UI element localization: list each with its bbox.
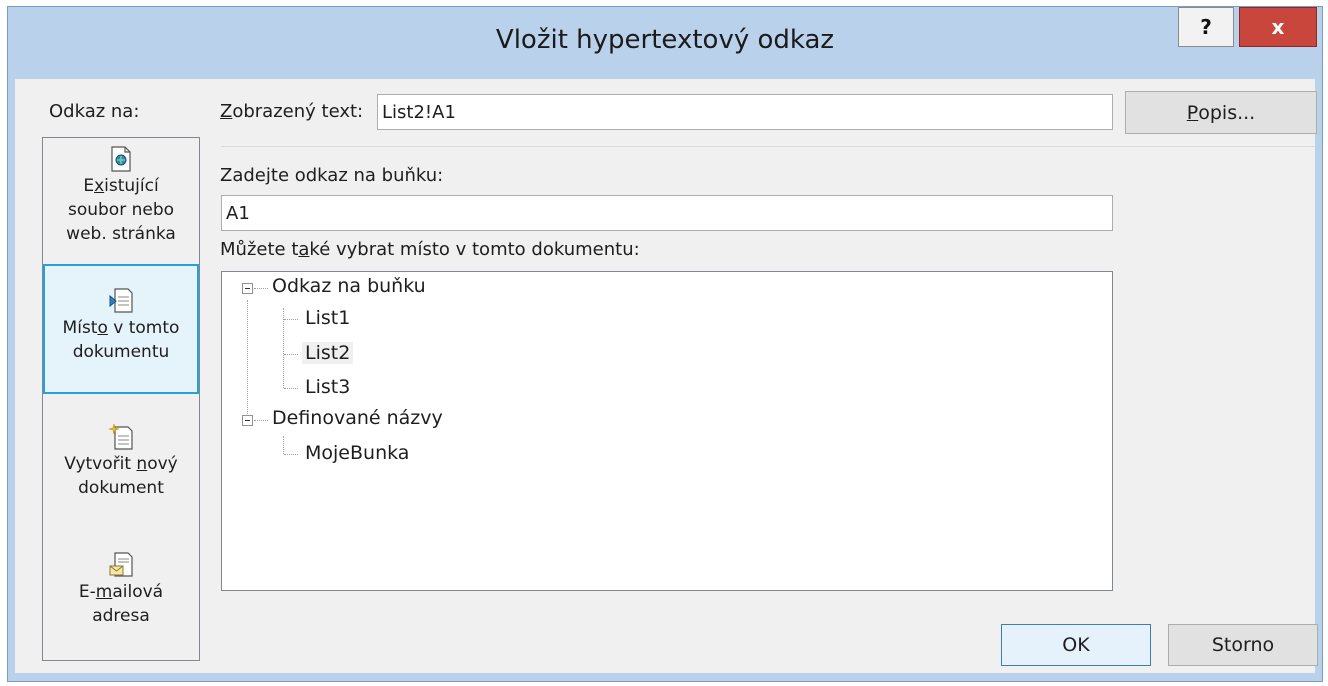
tree-node-sheet[interactable]: List1 bbox=[302, 307, 353, 329]
screentip-button-accel: P bbox=[1186, 101, 1199, 124]
tree-line bbox=[254, 288, 268, 289]
sidebar-item-label: m bbox=[95, 582, 113, 602]
sidebar-item-label: dokument bbox=[78, 478, 164, 498]
sidebar-item-label: web. stránka bbox=[66, 224, 176, 244]
sidebar-item-existing-file[interactable]: Existující soubor nebo web. stránka bbox=[43, 140, 199, 264]
email-address-icon bbox=[109, 552, 133, 577]
display-text-label-text: obrazený text: bbox=[232, 101, 364, 122]
tree-node-sheet[interactable]: List3 bbox=[302, 376, 353, 398]
collapse-icon[interactable] bbox=[242, 415, 253, 426]
screentip-button-label: opis... bbox=[1198, 101, 1256, 124]
place-list-label: Můžete také vybrat místo v tomto dokumen… bbox=[220, 239, 640, 260]
tree-node-group[interactable]: Definované názvy bbox=[272, 407, 443, 429]
sidebar-item-label: x bbox=[94, 176, 105, 196]
sidebar-item-label: Vytvořit bbox=[64, 454, 137, 474]
display-text-input[interactable]: List2!A1 bbox=[377, 94, 1113, 130]
tree-line bbox=[283, 436, 284, 454]
display-text-label-accel: Z bbox=[220, 101, 233, 122]
tree-line bbox=[284, 454, 298, 455]
tree-node-sheet-selected[interactable]: List2 bbox=[302, 342, 354, 364]
sidebar-item-label: soubor nebo bbox=[67, 200, 175, 220]
ok-button[interactable]: OK bbox=[1001, 624, 1151, 666]
help-icon: ? bbox=[1200, 15, 1212, 39]
sidebar-item-email-address[interactable]: E-mailová adresa bbox=[43, 526, 199, 656]
sidebar-item-new-document[interactable]: Vytvořit nový dokument bbox=[43, 396, 199, 526]
tree-node-group[interactable]: Odkaz na buňku bbox=[272, 275, 426, 297]
title-bar[interactable]: Vložit hypertextový odkaz ? x bbox=[8, 7, 1322, 79]
tree-line bbox=[254, 420, 268, 421]
sidebar-item-label: Míst bbox=[62, 318, 98, 338]
cancel-button[interactable]: Storno bbox=[1168, 624, 1318, 666]
cell-reference-label-text: te odkaz na buňku: bbox=[270, 165, 444, 186]
sidebar-item-label: n bbox=[136, 454, 148, 474]
tree-node-name[interactable]: MojeBunka bbox=[302, 442, 412, 464]
sidebar-item-label: adresa bbox=[92, 606, 150, 626]
help-button[interactable]: ? bbox=[1178, 7, 1234, 47]
tree-line bbox=[283, 308, 284, 388]
link-to-label: Odkaz na: bbox=[49, 101, 140, 122]
link-to-sidebar: Existující soubor nebo web. stránka Míst… bbox=[42, 137, 200, 661]
sidebar-item-label: istující bbox=[104, 176, 159, 196]
sidebar-item-label: v tomto bbox=[107, 318, 180, 338]
sidebar-item-place-in-document[interactable]: Místo v tomto dokumentu bbox=[43, 264, 199, 394]
tree-line bbox=[284, 354, 298, 355]
cell-reference-label-text: Zade bbox=[220, 165, 266, 186]
place-list-label-text: ké vybrat místo v tomto dokumentu: bbox=[309, 239, 640, 260]
new-document-icon bbox=[109, 424, 133, 450]
place-tree[interactable]: Odkaz na buňku List1 List2 List3 Definov… bbox=[221, 271, 1113, 591]
place-list-label-accel: a bbox=[298, 239, 310, 260]
place-list-label-text: Můžete t bbox=[220, 239, 299, 260]
existing-file-icon bbox=[111, 146, 131, 172]
sidebar-item-label: dokumentu bbox=[72, 342, 170, 362]
dialog-body: Odkaz na: Existující soubor nebo web. st… bbox=[15, 79, 1318, 673]
display-text-label: Zobrazený text: bbox=[220, 101, 363, 122]
screentip-button[interactable]: Popis... bbox=[1125, 91, 1317, 134]
sidebar-item-label: ový bbox=[147, 454, 178, 474]
close-button[interactable]: x bbox=[1239, 7, 1317, 47]
place-in-document-icon bbox=[109, 288, 133, 313]
tree-line bbox=[284, 388, 298, 389]
dialog-window: Vložit hypertextový odkaz ? x Odkaz na: … bbox=[7, 6, 1323, 682]
cell-reference-input[interactable]: A1 bbox=[221, 195, 1113, 231]
sidebar-item-label: o bbox=[97, 318, 108, 338]
tree-line bbox=[247, 300, 248, 420]
cell-reference-label: Zadejte odkaz na buňku: bbox=[220, 165, 443, 186]
sidebar-item-label: E bbox=[83, 176, 95, 196]
tree-line bbox=[284, 319, 298, 320]
divider bbox=[221, 146, 1315, 147]
close-icon: x bbox=[1271, 15, 1285, 39]
dialog-title: Vložit hypertextový odkaz bbox=[495, 25, 835, 55]
collapse-icon[interactable] bbox=[242, 283, 253, 294]
sidebar-item-label: E- bbox=[78, 582, 96, 602]
sidebar-item-label: ailová bbox=[112, 582, 164, 602]
